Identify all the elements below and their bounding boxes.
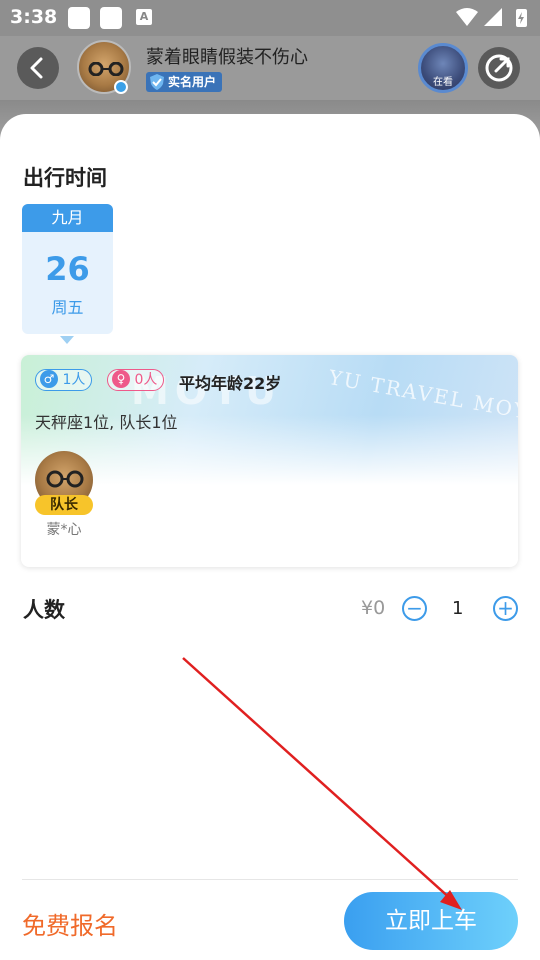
female-icon: ♀ <box>112 370 130 388</box>
date-pointer-icon <box>60 336 74 344</box>
male-count-tag: ♂ 1人 <box>35 369 93 391</box>
quantity-increase-button[interactable]: + <box>493 596 518 621</box>
back-button[interactable] <box>17 47 59 89</box>
real-name-badge: 实名用户 <box>146 72 223 92</box>
quantity-value: 1 <box>452 598 464 619</box>
wifi-icon <box>456 8 527 27</box>
female-count: 0人 <box>134 372 158 388</box>
verified-icon <box>114 80 128 94</box>
leader-name: 蒙*心 <box>46 522 82 538</box>
status-bar: 3:38 A <box>0 0 540 36</box>
chevron-left-icon <box>30 57 43 79</box>
price: ¥0 <box>361 597 386 619</box>
watching-label: 在看 <box>433 77 453 88</box>
footer-divider <box>22 879 518 880</box>
male-icon: ♂ <box>40 370 58 388</box>
status-time: 3:38 <box>10 6 58 28</box>
booking-sheet: 出行时间 九月 26 周五 MOYU YU TRAVEL MOYU TR ♂ 1… <box>0 114 540 960</box>
leader-badge: 队长 <box>35 495 93 515</box>
female-count-tag: ♀ 0人 <box>107 369 165 391</box>
share-icon <box>485 54 513 82</box>
travel-time-title: 出行时间 <box>23 166 107 190</box>
date-option-selected[interactable]: 九月 26 周五 <box>22 204 113 334</box>
notification-icon <box>68 7 90 29</box>
members-summary: 天秤座1位, 队长1位 <box>35 413 178 432</box>
profile-header: 蒙着眼睛假装不伤心 实名用户 在看 <box>0 36 540 100</box>
people-count-label: 人数 <box>23 598 65 622</box>
user-name: 蒙着眼睛假装不伤心 <box>146 47 308 68</box>
shield-check-icon <box>150 74 164 90</box>
share-button[interactable] <box>478 47 520 89</box>
date-weekday: 周五 <box>51 298 84 317</box>
watching-avatar[interactable]: 在看 <box>418 43 468 93</box>
board-now-button[interactable]: 立即上车 <box>344 892 518 950</box>
glasses-graphic <box>88 62 124 76</box>
notification-a-icon: A <box>136 9 152 25</box>
free-signup-button[interactable]: 免费报名 <box>22 906 118 941</box>
date-month: 九月 <box>22 204 113 232</box>
notification-icon <box>100 7 122 29</box>
real-name-badge-label: 实名用户 <box>168 75 217 89</box>
group-info-card: MOYU YU TRAVEL MOYU TR ♂ 1人 ♀ 0人 平均年龄22岁… <box>21 355 518 567</box>
status-icons <box>454 6 530 34</box>
male-count: 1人 <box>62 372 86 388</box>
quantity-decrease-button[interactable]: − <box>402 596 427 621</box>
date-day: 26 <box>45 250 90 288</box>
signal-icon <box>484 8 502 26</box>
average-age: 平均年龄22岁 <box>179 374 282 393</box>
